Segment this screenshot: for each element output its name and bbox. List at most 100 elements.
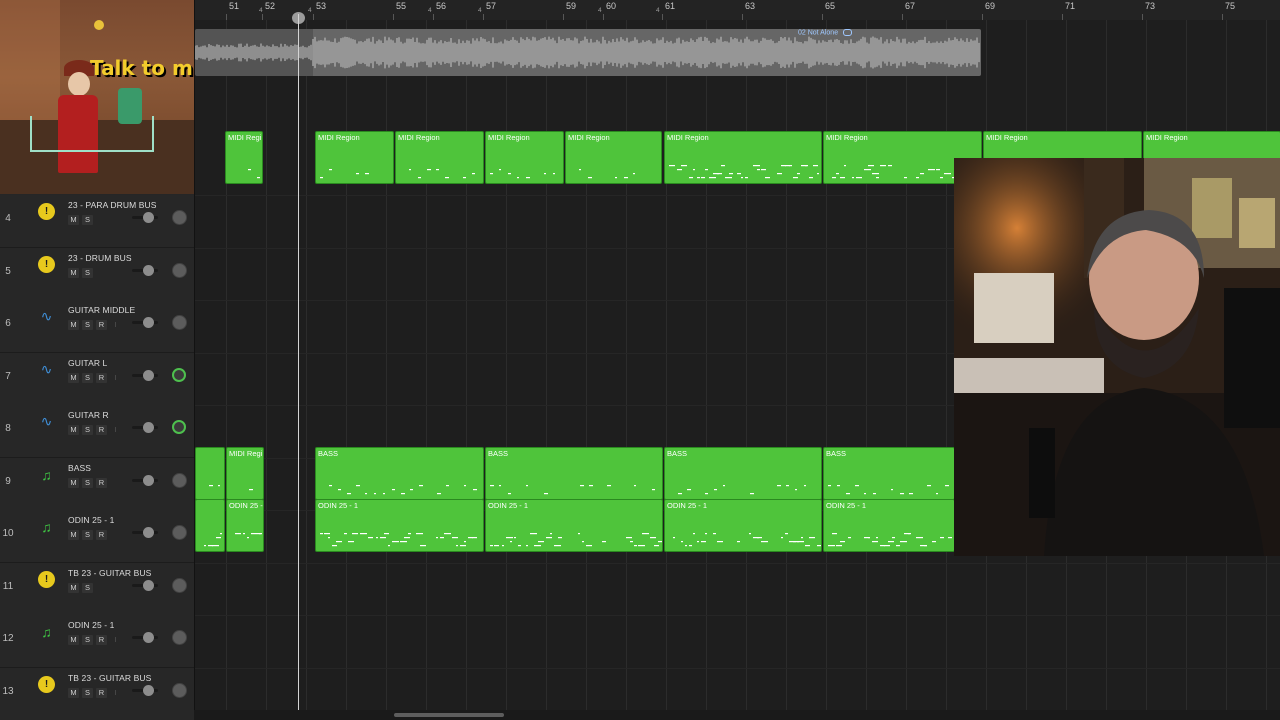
mute-button[interactable]: M	[68, 373, 79, 383]
track-header[interactable]: 6 ∿ GUITAR MIDDLE M S R I	[0, 300, 194, 353]
track-header[interactable]: 9 ♫ BASS M S R	[0, 458, 194, 511]
midi-region[interactable]	[195, 499, 225, 552]
midi-region[interactable]: BASS	[823, 447, 955, 500]
record-enable-button[interactable]: R	[96, 425, 107, 435]
midi-region[interactable]	[195, 447, 225, 500]
volume-slider-thumb[interactable]	[143, 685, 154, 696]
volume-slider[interactable]	[132, 212, 158, 223]
volume-slider-thumb[interactable]	[143, 370, 154, 381]
solo-button[interactable]: S	[82, 268, 93, 278]
solo-button[interactable]: S	[82, 373, 93, 383]
track-header[interactable]: 7 ∿ GUITAR L MSRI	[0, 353, 194, 406]
pan-knob[interactable]	[172, 683, 187, 698]
mute-button[interactable]: M	[68, 425, 79, 435]
track-header[interactable]: 4! 23 - PARA DRUM BUS M S	[0, 195, 194, 248]
pan-knob[interactable]	[172, 420, 186, 434]
track-name[interactable]: ODIN 25 - 1	[68, 515, 114, 525]
midi-region[interactable]: MIDI Region	[485, 131, 564, 184]
mute-button[interactable]: M	[68, 320, 79, 330]
midi-region[interactable]: BASS	[315, 447, 484, 500]
volume-slider[interactable]	[132, 422, 158, 433]
mute-button[interactable]: M	[68, 583, 79, 593]
volume-slider-thumb[interactable]	[143, 475, 154, 486]
volume-slider-thumb[interactable]	[143, 265, 154, 276]
timeline-ruler[interactable]: 51 52 53 55 56 57 59 60 61 63 65 67 69 71 73 75 4 4 4 4 4 4	[194, 0, 1280, 21]
midi-region[interactable]: MIDI Regi	[225, 131, 263, 184]
midi-region[interactable]: MIDI Region	[565, 131, 662, 184]
record-enable-button[interactable]: R	[96, 478, 107, 488]
input-monitor-button[interactable]: I	[110, 635, 121, 645]
solo-button[interactable]: S	[82, 320, 93, 330]
volume-slider[interactable]	[132, 475, 158, 486]
solo-button[interactable]: S	[82, 635, 93, 645]
solo-button[interactable]: S	[82, 215, 93, 225]
track-header[interactable]: 12 ♫ ODIN 25 - 1 MSRI	[0, 615, 194, 668]
solo-button[interactable]: S	[82, 688, 93, 698]
midi-region[interactable]: MIDI Region	[395, 131, 484, 184]
solo-button[interactable]: S	[82, 530, 93, 540]
mute-button[interactable]: M	[68, 478, 79, 488]
volume-slider[interactable]	[132, 580, 158, 591]
volume-slider[interactable]	[132, 317, 158, 328]
volume-slider[interactable]	[132, 370, 158, 381]
midi-region[interactable]: ODIN 25 - 1	[823, 499, 955, 552]
track-name[interactable]: TB 23 - GUITAR BUS	[68, 673, 151, 683]
midi-region[interactable]: MIDI Region	[664, 131, 822, 184]
volume-slider-thumb[interactable]	[143, 632, 154, 643]
midi-region[interactable]: ODIN 25 - 1	[664, 499, 822, 552]
volume-slider[interactable]	[132, 685, 158, 696]
midi-region[interactable]: MIDI Regi	[226, 447, 264, 500]
midi-region[interactable]: ODIN 25 - 1	[315, 499, 484, 552]
solo-button[interactable]: S	[82, 478, 93, 488]
track-name[interactable]: 23 - DRUM BUS	[68, 253, 132, 263]
input-monitor-button[interactable]: I	[110, 320, 121, 330]
track-name[interactable]: GUITAR L	[68, 358, 107, 368]
solo-button[interactable]: S	[82, 583, 93, 593]
midi-region[interactable]: BASS	[485, 447, 663, 500]
audio-region-02-not-alone[interactable]	[195, 29, 981, 76]
volume-slider[interactable]	[132, 527, 158, 538]
track-name[interactable]: GUITAR R	[68, 410, 109, 420]
input-monitor-button[interactable]: I	[110, 688, 121, 698]
volume-slider-thumb[interactable]	[143, 580, 154, 591]
playhead[interactable]	[298, 14, 299, 710]
volume-slider[interactable]	[132, 265, 158, 276]
volume-slider-thumb[interactable]	[143, 422, 154, 433]
midi-region[interactable]: ODIN 25 - 1	[485, 499, 663, 552]
pan-knob[interactable]	[172, 263, 187, 278]
volume-slider-thumb[interactable]	[143, 527, 154, 538]
pan-knob[interactable]	[172, 578, 187, 593]
record-enable-button[interactable]: R	[96, 320, 107, 330]
mute-button[interactable]: M	[68, 530, 79, 540]
horizontal-scrollbar[interactable]	[194, 710, 1280, 720]
solo-button[interactable]: S	[82, 425, 93, 435]
input-monitor-button[interactable]: I	[110, 425, 121, 435]
track-name[interactable]: BASS	[68, 463, 91, 473]
mute-button[interactable]: M	[68, 268, 79, 278]
track-name[interactable]: TB 23 - GUITAR BUS	[68, 568, 151, 578]
mute-button[interactable]: M	[68, 635, 79, 645]
midi-region[interactable]: ODIN 25 -	[226, 499, 264, 552]
record-enable-button[interactable]: R	[96, 635, 107, 645]
record-enable-button[interactable]: R	[96, 373, 107, 383]
pan-knob[interactable]	[172, 315, 187, 330]
track-header[interactable]: 5! 23 - DRUM BUS M S	[0, 248, 194, 301]
track-name[interactable]: 23 - PARA DRUM BUS	[68, 200, 157, 210]
track-header[interactable]: 8 ∿ GUITAR R MSRI	[0, 405, 194, 458]
track-name[interactable]: GUITAR MIDDLE	[68, 305, 135, 315]
mute-button[interactable]: M	[68, 215, 79, 225]
midi-region[interactable]: MIDI Region	[315, 131, 394, 184]
record-enable-button[interactable]: R	[96, 688, 107, 698]
volume-slider-thumb[interactable]	[143, 317, 154, 328]
track-header[interactable]: 10 ♫ ODIN 25 - 1 MSR	[0, 510, 194, 563]
mute-button[interactable]: M	[68, 688, 79, 698]
track-name[interactable]: ODIN 25 - 1	[68, 620, 114, 630]
track-header[interactable]: 11! TB 23 - GUITAR BUS M S	[0, 563, 194, 616]
record-enable-button[interactable]: R	[96, 530, 107, 540]
track-header[interactable]: 13! TB 23 - GUITAR BUS M S R I	[0, 668, 194, 720]
pan-knob[interactable]	[172, 473, 187, 488]
pan-knob[interactable]	[172, 368, 186, 382]
volume-slider[interactable]	[132, 632, 158, 643]
midi-region[interactable]: BASS	[664, 447, 822, 500]
pan-knob[interactable]	[172, 210, 187, 225]
